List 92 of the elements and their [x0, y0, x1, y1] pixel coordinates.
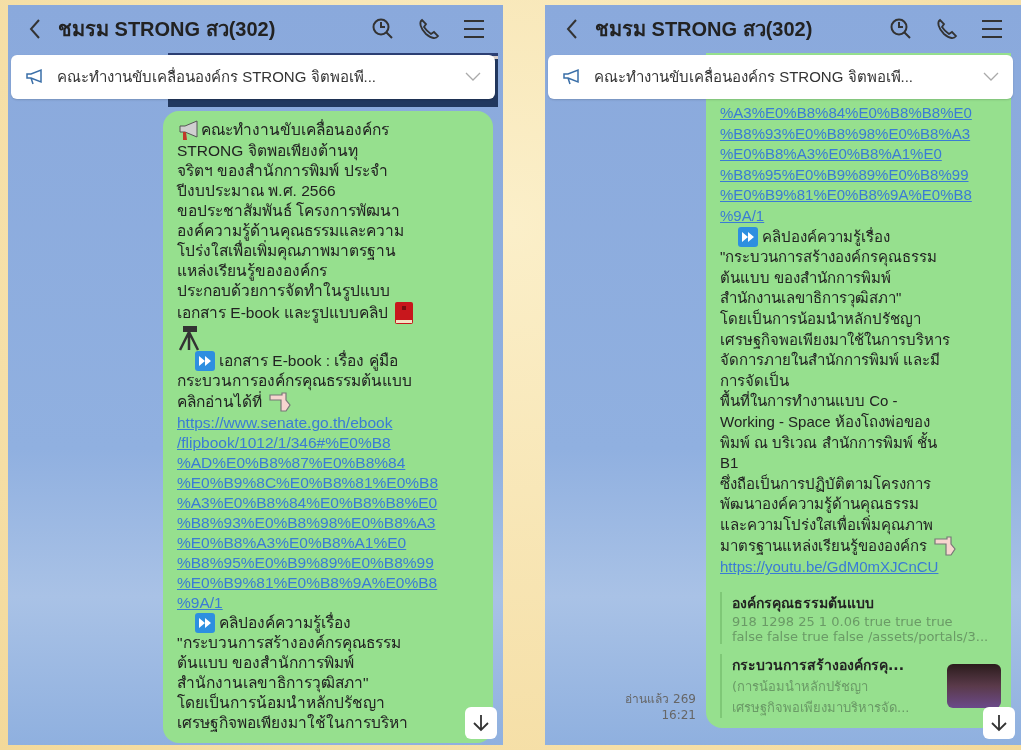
message-text: พื้นที่ในการทำงานแบบ Co - — [720, 391, 898, 412]
read-status: อ่านแล้ว 269 — [625, 691, 696, 709]
message-link[interactable]: %B8%93%E0%B8%98%E0%B8%A3 — [177, 513, 436, 533]
message-text: และความโปร่งใสเพื่อเพิ่มคุณภาพ — [720, 514, 933, 536]
message-text: เศรษฐกิจพอเพียงมาใช้ในการบริหา — [177, 713, 408, 733]
message-text: แหล่งเรียนรู้ขององค์กร — [177, 261, 327, 281]
announcement-text: คณะทำงานขับเคลื่อนองค์กร STRONG จิตพอเพี... — [594, 66, 914, 87]
preview-description: เศรษฐกิจพอเพียงมาบริหารจัด... — [732, 699, 911, 718]
message-text: จริตฯ ของสำนักการพิมพ์ ประจำ — [177, 161, 388, 181]
message-link[interactable]: %E0%B9%8C%E0%B8%81%E0%B8 — [177, 473, 439, 493]
scroll-down-button[interactable] — [983, 707, 1015, 739]
link-preview[interactable]: องค์กรคุณธรรมต้นแบบ 918 1298 25 1 0.06 true true true false false true false /assets/portals/3... — [720, 592, 1001, 645]
message-text: คลิกอ่านได้ที่ — [177, 392, 262, 412]
arrow-down-icon — [472, 714, 490, 732]
scroll-down-button[interactable] — [465, 707, 497, 739]
message-link[interactable]: %A3%E0%B8%84%E0%B8%B8%E0 — [177, 493, 438, 513]
message-text: ปีงบประมาณ พ.ศ. 2566 — [177, 181, 336, 201]
phone-icon — [935, 17, 959, 41]
preview-description: 918 1298 25 1 0.06 true true true — [732, 614, 954, 630]
chevron-icon — [465, 72, 481, 82]
message-text: สำนักงานเลขาธิการวุฒิสภา" — [720, 288, 902, 309]
megaphone-icon — [177, 119, 201, 141]
message-text: พัฒนาองค์ความรู้ด้านคุณธรรม — [720, 494, 919, 514]
megaphone-icon — [25, 68, 45, 86]
chat-title: ชมรม STRONG สว(302) — [595, 17, 814, 42]
message-text: ต้นแบบ ของสำนักการพิมพ์ — [177, 653, 355, 673]
search-icon — [371, 17, 395, 41]
message-text: พิมพ์ ณ บริเวณ สำนักการพิมพ์ ชั้น — [720, 432, 937, 453]
preview-title: กระบวนการสร้างองค์กรคุ... — [732, 656, 905, 676]
message-link[interactable]: %E0%B8%A3%E0%B8%A1%E0 — [177, 533, 407, 553]
message-link[interactable]: %B8%95%E0%B9%89%E0%B8%99 — [177, 553, 434, 573]
message-link[interactable]: %A3%E0%B8%84%E0%B8%B8%E0 — [720, 103, 972, 124]
fast-forward-icon — [738, 226, 758, 247]
search-icon — [889, 17, 913, 41]
chat-title: ชมรม STRONG สว(302) — [58, 17, 277, 42]
menu-icon — [463, 19, 485, 39]
message-text: Working - Space ห้องโถงพ่อของ — [720, 411, 930, 432]
arrow-down-icon — [990, 714, 1008, 732]
message-link[interactable]: %9A/1 — [177, 593, 223, 613]
message-text: จัดการภายในสำนักการพิมพ์ และมี — [720, 350, 941, 371]
message-text: เอกสาร E-book : เรื่อง คู่มือ — [219, 351, 398, 371]
message-text: การจัดเป็น — [720, 370, 789, 390]
back-icon — [28, 18, 42, 40]
message-link[interactable]: %AD%E0%B8%87%E0%B8%84 — [177, 453, 406, 473]
fast-forward-icon — [195, 351, 215, 371]
message-link[interactable]: https://youtu.be/GdM0mXJCnCU — [720, 557, 939, 579]
announcement-banner[interactable]: คณะทำงานขับเคลื่อนองค์กร STRONG จิตพอเพี... — [11, 55, 495, 99]
message-link[interactable]: %9A/1 — [720, 205, 765, 227]
menu-icon — [981, 19, 1003, 39]
pointing-hand-icon — [933, 535, 957, 558]
message-text: คลิปองค์ความรู้เรื่อง — [762, 226, 890, 248]
preview-description: false false true false /assets/portals/3... — [732, 629, 990, 645]
message-text: STRONG จิตพอเพียงต้านทุ — [177, 141, 358, 161]
message-text: ซึ่งถือเป็นการปฏิบัติตามโครงการ — [720, 473, 931, 494]
fast-forward-icon — [195, 613, 215, 633]
message-text: "กระบวนการสร้างองค์กรคุณธรรม — [720, 247, 938, 268]
message-text: เอกสาร E-book และรูปแบบคลิป — [177, 303, 388, 323]
message-text: ต้นแบบ ของสำนักการพิมพ์ — [720, 267, 892, 288]
back-icon — [565, 18, 579, 40]
preview-description: (การน้อมนำหลักปรัชญา — [732, 678, 870, 697]
message-text: B1 — [720, 453, 739, 474]
message-text: สำนักงานเลขาธิการวุฒิสภา" — [177, 673, 369, 693]
megaphone-icon — [562, 68, 582, 86]
message-text: กระบวนการองค์กรคุณธรรมต้นแบบ — [177, 371, 412, 391]
message-text: ขอประชาสัมพันธ์ โครงการพัฒนา — [177, 201, 401, 221]
message-text: องค์ความรู้ด้านคุณธรรมและความ — [177, 221, 404, 241]
message-text: มาตรฐานแหล่งเรียนรู้ขององค์กร — [720, 536, 927, 557]
announcement-banner[interactable]: คณะทำงานขับเคลื่อนองค์กร STRONG จิตพอเพี... — [548, 55, 1013, 99]
message-text: โปร่งใสเพื่อเพิ่มคุณภาพมาตรฐาน — [177, 241, 396, 261]
message-time: 16:21 — [661, 708, 696, 723]
message-text: ประกอบด้วยการจัดทำในรูปแบบ — [177, 281, 390, 301]
message-link[interactable]: /flipbook/1012/1/346#%E0%B8 — [177, 433, 391, 453]
pointing-hand-icon — [268, 391, 292, 413]
message-text: เศรษฐกิจพอเพียงมาใช้ในการบริหาร — [720, 329, 950, 351]
message-text: คลิปองค์ความรู้เรื่อง — [219, 613, 351, 633]
message-link[interactable]: %B8%93%E0%B8%98%E0%B8%A3 — [720, 123, 971, 145]
book-icon — [393, 301, 414, 325]
preview-title: องค์กรคุณธรรมต้นแบบ — [732, 594, 875, 614]
chevron-icon — [983, 72, 999, 82]
message-link[interactable]: %E0%B9%81%E0%B8%9A%E0%B8 — [177, 573, 438, 593]
tripod-icon — [177, 325, 201, 351]
message-text: "กระบวนการสร้างองค์กรคุณธรรม — [177, 633, 401, 653]
message-text: คณะทำงานขับเคลื่อนองค์กร — [201, 120, 389, 140]
link-preview[interactable]: กระบวนการสร้างองค์กรคุ... (การน้อมนำหลักปรัชญา เศรษฐกิจพอเพียงมาบริหารจัด... — [720, 654, 1001, 719]
announcement-text: คณะทำงานขับเคลื่อนองค์กร STRONG จิตพอเพี... — [57, 66, 377, 87]
message-text: โดยเป็นการน้อมนำหลักปรัชญา — [720, 308, 921, 329]
phone-icon — [417, 17, 441, 41]
message-link[interactable]: %E0%B9%81%E0%B8%9A%E0%B8 — [720, 185, 972, 206]
message-link[interactable]: https://www.senate.go.th/ebook — [177, 413, 393, 433]
message-link[interactable]: %B8%95%E0%B9%89%E0%B8%99 — [720, 164, 969, 186]
message-link[interactable]: %E0%B8%A3%E0%B8%A1%E0 — [720, 144, 942, 165]
message-text: โดยเป็นการน้อมนำหลักปรัชญา — [177, 693, 385, 713]
